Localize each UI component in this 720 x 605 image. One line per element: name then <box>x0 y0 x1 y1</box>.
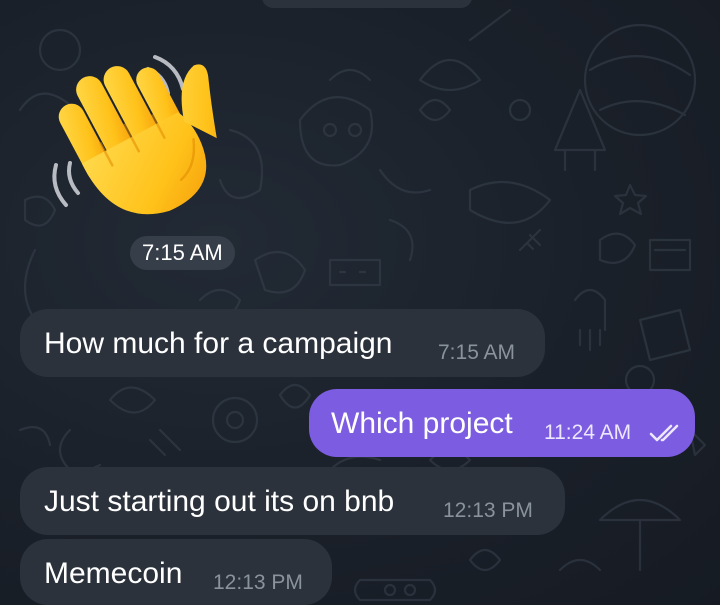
message-text: How much for a campaign <box>44 327 393 360</box>
double-check-read-icon <box>649 424 679 442</box>
outgoing-message-bubble[interactable]: Which project 11:24 AM <box>309 389 695 457</box>
incoming-message-bubble[interactable]: How much for a campaign 7:15 AM <box>20 309 545 377</box>
waving-hand-icon <box>52 55 217 215</box>
message-timestamp: 12:13 PM <box>213 571 303 594</box>
message-timestamp: 7:15 AM <box>438 341 516 364</box>
previous-message-bubble-edge <box>262 0 472 8</box>
incoming-message-bubble[interactable]: Just starting out its on bnb 12:13 PM <box>20 467 565 535</box>
message-timestamp: 11:24 AM <box>544 421 632 444</box>
incoming-message-bubble[interactable]: Memecoin 12:13 PM <box>20 539 332 605</box>
sticker-timestamp: 7:15 AM <box>130 236 235 270</box>
message-timestamp: 12:13 PM <box>443 499 533 522</box>
message-text: Memecoin <box>44 557 183 590</box>
message-text: Which project <box>331 407 513 440</box>
message-text: Just starting out its on bnb <box>44 485 395 518</box>
